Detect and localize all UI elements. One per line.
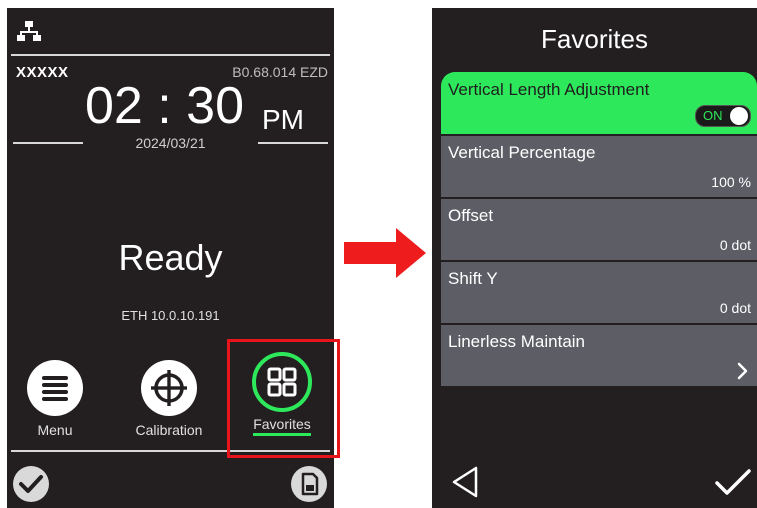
- header-divider: [11, 54, 330, 56]
- list-item-label: Vertical Percentage: [448, 143, 596, 162]
- calibration-button-label: Calibration: [135, 422, 203, 438]
- list-item-label: Shift Y: [448, 269, 498, 288]
- clock-date: 2024/03/21: [135, 135, 206, 151]
- list-item-value: 100 %: [711, 174, 751, 190]
- check-icon[interactable]: [714, 468, 752, 498]
- menu-button-label: Menu: [37, 422, 73, 438]
- list-item-linerless-maintain[interactable]: Linerless Maintain: [441, 325, 757, 386]
- memory-card-icon[interactable]: [290, 465, 328, 503]
- menu-button[interactable]: Menu: [10, 360, 100, 438]
- favorites-screen: Favorites Vertical Length Adjustment ON …: [432, 8, 757, 508]
- list-item-label: Offset: [448, 206, 494, 225]
- arrow-right-icon: [344, 228, 426, 278]
- list-item-vertical-percentage[interactable]: Vertical Percentage 100 %: [441, 136, 757, 197]
- list-item-offset[interactable]: Offset 0 dot: [441, 199, 757, 260]
- list-item-shift-y[interactable]: Shift Y 0 dot: [441, 262, 757, 323]
- list-item-value: 0 dot: [719, 300, 751, 316]
- page-title: Favorites: [541, 24, 648, 54]
- on-toggle[interactable]: ON: [695, 105, 751, 127]
- network-icon: [17, 21, 41, 41]
- calibration-button[interactable]: Calibration: [124, 360, 214, 438]
- calibration-icon: [141, 360, 197, 416]
- check-icon[interactable]: [12, 465, 50, 503]
- printer-model: XXXXX: [16, 64, 69, 81]
- list-item-label: Vertical Length Adjustment: [448, 80, 650, 99]
- printer-status: Ready: [118, 237, 223, 278]
- chevron-right-icon: [737, 362, 748, 380]
- list-item-label: Linerless Maintain: [448, 332, 586, 351]
- clock-time: 02 : 30: [85, 77, 245, 135]
- list-item-vertical-length-adjustment[interactable]: Vertical Length Adjustment ON: [441, 72, 757, 134]
- favorites-highlight-box: [227, 339, 340, 458]
- toggle-knob: [730, 107, 748, 125]
- firmware-version: B0.68.014 EZD: [232, 64, 328, 80]
- list-item-value: 0 dot: [719, 237, 751, 253]
- toggle-state: ON: [703, 108, 723, 123]
- back-triangle-icon[interactable]: [450, 465, 482, 499]
- menu-icon: [27, 360, 83, 416]
- network-address: ETH 10.0.10.191: [121, 308, 220, 323]
- clock-ampm: PM: [262, 104, 304, 135]
